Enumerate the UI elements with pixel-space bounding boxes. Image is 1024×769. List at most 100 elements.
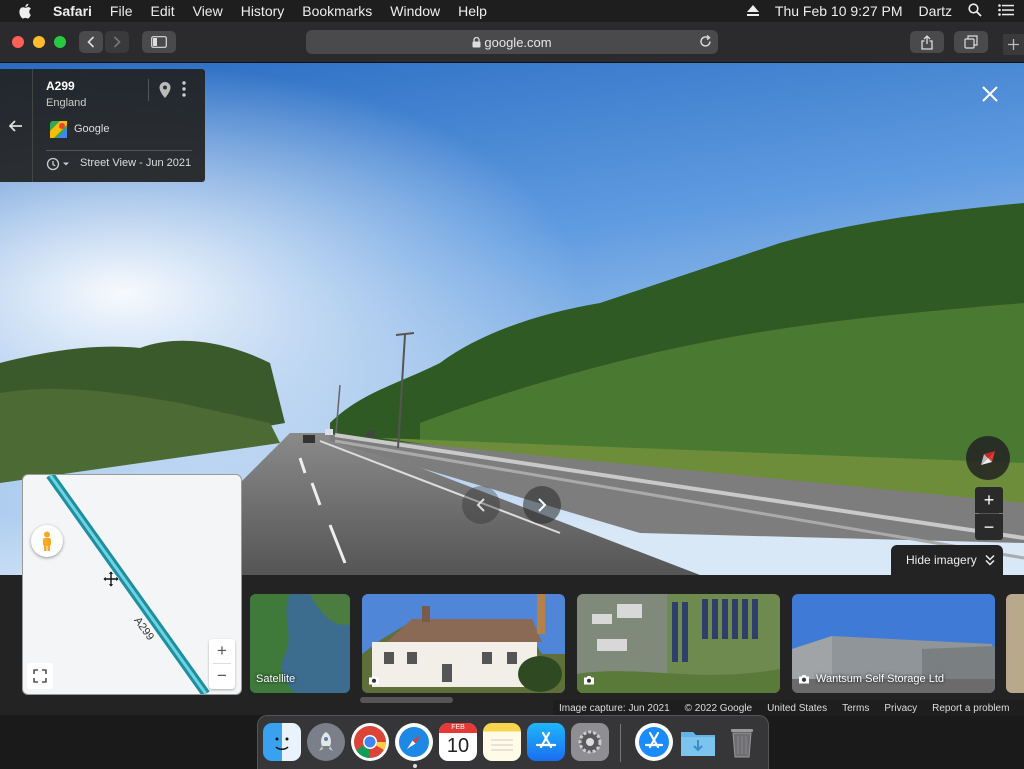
camera-icon [369, 676, 379, 685]
thumbnail-label: Satellite [256, 673, 296, 685]
chevron-left-icon [476, 498, 485, 512]
compass-icon [981, 451, 995, 465]
country-link[interactable]: United States [767, 703, 827, 714]
chevron-down-icon [63, 162, 69, 166]
camera-icon [799, 675, 809, 684]
calendar-month: FEB [439, 723, 477, 733]
lock-icon [472, 36, 481, 47]
thumbnail-label: Wantsum Self Storage Ltd [816, 673, 944, 685]
location-region: England [46, 97, 87, 109]
camera-icon [584, 676, 594, 685]
sidebar-icon [151, 36, 167, 48]
trash-icon[interactable] [723, 723, 761, 761]
app-store-icon[interactable] [635, 723, 673, 761]
close-street-view-button[interactable] [978, 82, 1002, 106]
menubar-user[interactable]: Dartz [919, 3, 952, 19]
clock-history-icon [46, 157, 60, 171]
new-tab-button[interactable] [1003, 34, 1024, 55]
thumbnail-caption [368, 675, 386, 685]
thumbnail-storage-photo[interactable]: Wantsum Self Storage Ltd [792, 594, 995, 693]
zoom-out-button[interactable]: − [975, 514, 1003, 540]
close-window-button[interactable] [12, 36, 24, 48]
control-center-list-icon[interactable] [998, 3, 1014, 19]
app-store-icon[interactable] [527, 723, 565, 761]
minimize-window-button[interactable] [33, 36, 45, 48]
menu-edit[interactable]: Edit [150, 3, 174, 19]
thumbnail-satellite[interactable]: Satellite [250, 594, 350, 693]
pegman-button[interactable] [31, 525, 63, 557]
pegman-icon [43, 531, 51, 551]
terms-link[interactable]: Terms [842, 703, 869, 714]
chevron-right-icon [113, 36, 121, 48]
sidebar-toggle-button[interactable] [142, 31, 176, 53]
map-pin-icon[interactable] [158, 81, 172, 104]
menu-bookmarks[interactable]: Bookmarks [302, 3, 372, 19]
back-arrow-button[interactable] [0, 69, 33, 182]
report-problem-link[interactable]: Report a problem [932, 703, 1009, 714]
map-footer: Image capture: Jun 2021 © 2022 Google Un… [553, 700, 1024, 716]
divider [46, 150, 192, 151]
chrome-icon[interactable] [351, 723, 389, 761]
location-card: A299 England Google Street View - Jun 20… [0, 69, 205, 182]
menu-file[interactable]: File [110, 3, 133, 19]
fullscreen-icon [33, 669, 47, 683]
running-indicator [413, 764, 417, 768]
imagery-scrollbar[interactable] [360, 697, 453, 703]
menu-history[interactable]: History [241, 3, 285, 19]
share-button[interactable] [910, 31, 944, 53]
street-view-date[interactable]: Street View - Jun 2021 [80, 157, 191, 169]
dock: FEB 10 [257, 715, 769, 769]
thumbnail-partial[interactable] [1006, 594, 1024, 693]
zoom-in-button[interactable]: + [975, 487, 1003, 513]
thumbnail-aerial-photo[interactable] [577, 594, 780, 693]
launchpad-icon[interactable] [307, 723, 345, 761]
map-zoom-out-button[interactable]: − [209, 664, 235, 688]
forward-button[interactable] [105, 31, 129, 53]
share-icon [921, 34, 933, 50]
mini-map[interactable]: A299 + − [22, 474, 242, 695]
more-options-icon[interactable] [182, 81, 186, 102]
plus-icon [1008, 39, 1019, 50]
reload-icon[interactable] [699, 34, 712, 51]
calendar-day: 10 [446, 735, 470, 757]
downloads-folder-icon[interactable] [679, 723, 717, 761]
back-button[interactable] [79, 31, 103, 53]
menu-window[interactable]: Window [390, 3, 440, 19]
pan-right-button[interactable] [523, 486, 561, 524]
menu-app-name[interactable]: Safari [53, 3, 92, 19]
chevron-right-icon [538, 498, 547, 512]
history-dropdown[interactable] [46, 157, 70, 171]
close-icon [982, 86, 998, 102]
tab-overview-button[interactable] [954, 31, 988, 53]
location-road: A299 [46, 79, 75, 93]
aerial-photo [577, 594, 780, 693]
menu-view[interactable]: View [193, 3, 223, 19]
thumbnail-house-photo[interactable] [362, 594, 565, 693]
chevron-left-icon [87, 36, 95, 48]
copyright: © 2022 Google [684, 702, 753, 714]
map-zoom-controls: + − [209, 639, 235, 689]
notes-icon[interactable] [483, 723, 521, 761]
compass-button[interactable] [966, 436, 1010, 480]
spotlight-search-icon[interactable] [968, 2, 982, 20]
address-bar[interactable]: google.com [306, 30, 718, 54]
fullscreen-button[interactable] [27, 663, 53, 689]
calendar-icon[interactable]: FEB 10 [439, 723, 477, 761]
zoom-window-button[interactable] [54, 36, 66, 48]
menu-help[interactable]: Help [458, 3, 487, 19]
menu-bar: Safari File Edit View History Bookmarks … [0, 0, 1024, 22]
hide-imagery-button[interactable]: Hide imagery [891, 545, 1003, 575]
pan-left-button[interactable] [462, 486, 500, 524]
dock-separator [620, 724, 621, 762]
thumbnail-caption: Wantsum Self Storage Ltd [798, 673, 944, 685]
privacy-link[interactable]: Privacy [884, 703, 917, 714]
finder-icon[interactable] [263, 723, 301, 761]
map-zoom-in-button[interactable]: + [209, 639, 235, 663]
safari-icon[interactable] [395, 723, 433, 761]
eject-icon[interactable] [746, 3, 759, 19]
menubar-clock[interactable]: Thu Feb 10 9:27 PM [775, 3, 903, 19]
apple-icon[interactable] [18, 3, 34, 19]
house-photo [362, 594, 565, 693]
provider-name: Google [74, 123, 110, 135]
system-preferences-icon[interactable] [571, 723, 609, 761]
